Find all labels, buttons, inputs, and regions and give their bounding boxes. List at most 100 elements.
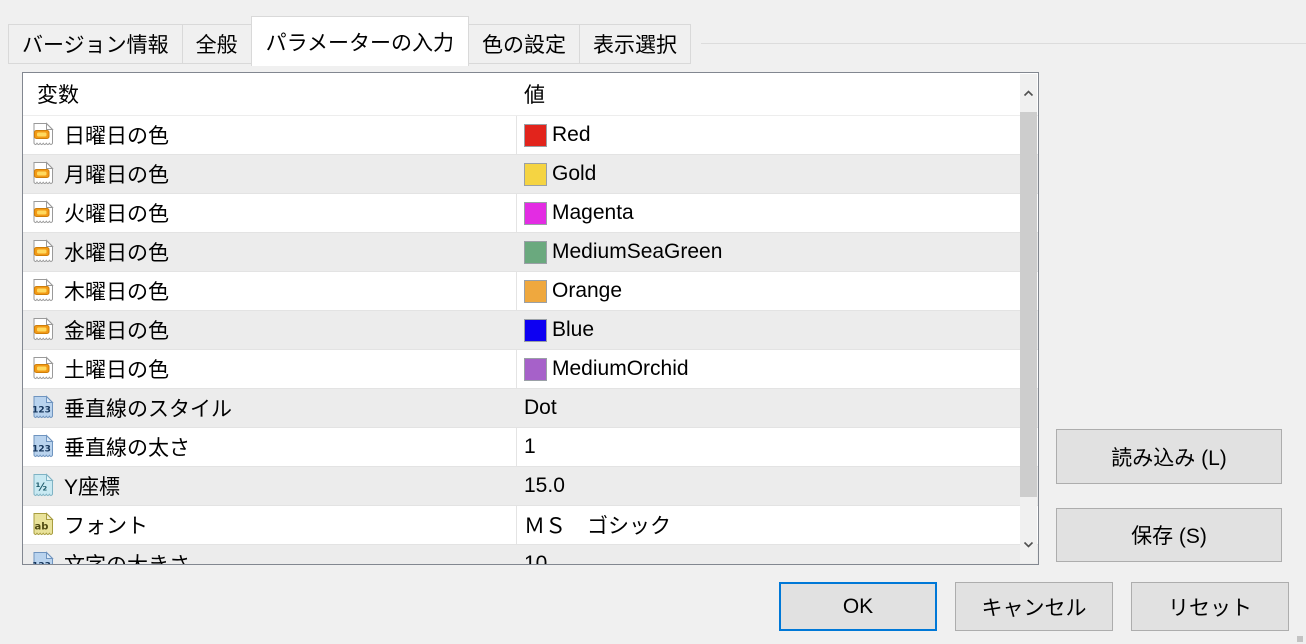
list-header: 変数 値 [23,73,1038,116]
color-swatch [524,280,547,303]
svg-text:½: ½ [36,481,47,494]
tab-parameter-input[interactable]: パラメーターの入力 [251,16,469,66]
value-label: Dot [524,396,557,420]
value-cell: Magenta [516,194,1038,232]
variable-label: 日曜日の色 [64,120,169,150]
value-cell: Blue [516,311,1038,349]
save-button[interactable]: 保存 (S) [1056,508,1282,562]
color-parameter-icon [30,161,56,187]
tab-color-settings[interactable]: 色の設定 [468,24,580,64]
value-cell: ＭＳ ゴシック [516,506,1038,544]
color-swatch [524,358,547,381]
value-label: ＭＳ ゴシック [524,510,671,540]
tab-label: バージョン情報 [22,29,169,59]
tab-version-info[interactable]: バージョン情報 [8,24,183,64]
value-label: 1 [524,435,536,459]
tab-bar: バージョン情報 全般 パラメーターの入力 色の設定 表示選択 [8,14,690,64]
reset-button[interactable]: リセット [1131,582,1289,631]
variable-cell: 水曜日の色 [23,233,516,271]
color-parameter-icon [30,239,56,265]
table-row[interactable]: ab フォント ＭＳ ゴシック [23,506,1038,545]
variable-cell: 123 文字の大きさ [23,545,516,565]
variable-label: フォント [64,510,148,540]
svg-text:123: 123 [32,562,51,566]
color-swatch [524,163,547,186]
cancel-button[interactable]: キャンセル [955,582,1113,631]
column-header-variable: 変数 [23,79,516,109]
scrollbar-up-button[interactable] [1020,74,1037,112]
color-parameter-icon [30,278,56,304]
variable-label: 土曜日の色 [64,354,169,384]
color-parameter-icon [30,317,56,343]
variable-cell: ab フォント [23,506,516,544]
tab-general[interactable]: 全般 [182,24,252,64]
color-swatch [524,241,547,264]
value-cell: 1 [516,428,1038,466]
table-row[interactable]: 月曜日の色 Gold [23,155,1038,194]
table-row[interactable]: 123 垂直線の太さ 1 [23,428,1038,467]
value-cell: 10 [516,545,1038,565]
integer-parameter-icon: 123 [30,395,56,421]
value-label: Gold [552,162,596,186]
column-header-value: 値 [516,79,1038,109]
tab-display-selection[interactable]: 表示選択 [579,24,691,64]
value-cell: Dot [516,389,1038,427]
variable-cell: 木曜日の色 [23,272,516,310]
table-row[interactable]: 木曜日の色 Orange [23,272,1038,311]
load-button[interactable]: 読み込み (L) [1056,429,1282,484]
variable-label: 火曜日の色 [64,198,169,228]
table-row[interactable]: 水曜日の色 MediumSeaGreen [23,233,1038,272]
variable-label: 木曜日の色 [64,276,169,306]
table-row[interactable]: 123 垂直線のスタイル Dot [23,389,1038,428]
value-cell: 15.0 [516,467,1038,505]
value-cell: MediumOrchid [516,350,1038,388]
parameter-list: 変数 値 日曜日の色 Red 月曜日の色 Gold 火曜日の色 Magenta [22,72,1039,565]
color-parameter-icon [30,122,56,148]
variable-label: 金曜日の色 [64,315,169,345]
table-row[interactable]: 火曜日の色 Magenta [23,194,1038,233]
value-cell: Gold [516,155,1038,193]
ok-button[interactable]: OK [779,582,937,631]
value-label: Red [552,123,591,147]
table-row[interactable]: 日曜日の色 Red [23,116,1038,155]
string-parameter-icon: ab [30,512,56,538]
value-cell: Red [516,116,1038,154]
svg-text:123: 123 [32,445,51,455]
color-parameter-icon [30,356,56,382]
table-row[interactable]: 123 文字の大きさ 10 [23,545,1038,565]
value-label: Magenta [552,201,634,225]
variable-cell: ½ Y座標 [23,467,516,505]
value-cell: Orange [516,272,1038,310]
color-swatch [524,124,547,147]
table-row[interactable]: 金曜日の色 Blue [23,311,1038,350]
variable-cell: 火曜日の色 [23,194,516,232]
svg-text:123: 123 [32,406,51,416]
scrollbar-thumb[interactable] [1020,112,1037,497]
table-row[interactable]: 土曜日の色 MediumOrchid [23,350,1038,389]
value-label: MediumSeaGreen [552,240,722,264]
tab-label: パラメーターの入力 [266,27,454,57]
value-label: Orange [552,279,622,303]
double-parameter-icon: ½ [30,473,56,499]
variable-label: 文字の大きさ [64,549,190,565]
variable-cell: 月曜日の色 [23,155,516,193]
variable-cell: 土曜日の色 [23,350,516,388]
tab-label: 表示選択 [593,29,677,59]
integer-parameter-icon: 123 [30,551,56,565]
value-cell: MediumSeaGreen [516,233,1038,271]
variable-cell: 日曜日の色 [23,116,516,154]
parameter-rows: 日曜日の色 Red 月曜日の色 Gold 火曜日の色 Magenta 水曜日の色 [23,116,1038,565]
variable-label: 垂直線の太さ [64,432,190,462]
tabstrip-divider [701,43,1306,44]
scrollbar-down-button[interactable] [1020,525,1037,563]
variable-label: Y座標 [64,471,120,501]
table-row[interactable]: ½ Y座標 15.0 [23,467,1038,506]
variable-label: 垂直線のスタイル [64,393,232,423]
value-label: Blue [552,318,594,342]
variable-label: 水曜日の色 [64,237,169,267]
vertical-scrollbar[interactable] [1020,74,1037,563]
tab-label: 色の設定 [482,29,566,59]
variable-cell: 金曜日の色 [23,311,516,349]
variable-cell: 123 垂直線のスタイル [23,389,516,427]
variable-label: 月曜日の色 [64,159,169,189]
